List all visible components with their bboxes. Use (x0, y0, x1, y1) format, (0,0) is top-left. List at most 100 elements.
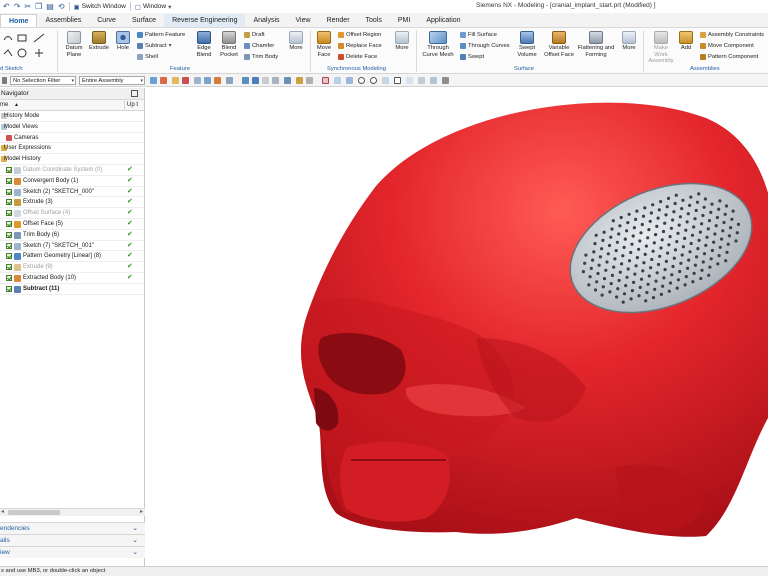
switch-window-button[interactable]: ▣ Switch Window (74, 3, 126, 11)
selection-filter-dropdown[interactable]: No Selection Filter ▾ (10, 76, 76, 85)
feature-more-button[interactable]: More (286, 31, 306, 52)
assembly-constraints-button[interactable]: Assembly Constraints (700, 31, 764, 39)
horizontal-scrollbar[interactable]: ◂ ▸ (0, 508, 145, 516)
tree-group-history-mode[interactable]: History Mode (0, 111, 144, 122)
feature-row-extrude-3[interactable]: Extrude (3) ✔ (0, 197, 144, 209)
variable-offset-face-button[interactable]: Variable Offset Face (542, 31, 576, 58)
profile-icon[interactable] (3, 49, 13, 57)
surface-more-button[interactable]: More (619, 31, 639, 52)
visibility-checkbox[interactable] (6, 199, 12, 206)
feature-row-sketch-7[interactable]: Sketch (7) "SKETCH_001" ✔ (0, 241, 144, 252)
arc-icon[interactable] (3, 36, 13, 41)
wireframe-icon[interactable] (262, 77, 269, 84)
feature-row-datum-csys[interactable]: Datum Coordinate System (0) ✔ (0, 165, 144, 176)
swept-button[interactable]: Swept (460, 53, 484, 61)
scrollbar-thumb[interactable] (8, 510, 60, 515)
feature-row-trim-body[interactable]: Trim Body (6) ✔ (0, 230, 144, 241)
fit-icon[interactable] (194, 77, 201, 84)
preview-panel-header[interactable]: iew ⌄ (0, 546, 145, 558)
feature-row-offset-face[interactable]: Offset Face (5) ✔ (0, 219, 144, 230)
visibility-checkbox[interactable] (6, 253, 12, 260)
scroll-right-icon[interactable]: ▸ (140, 508, 143, 515)
skull-model[interactable] (146, 88, 768, 566)
clear-filter-icon[interactable] (182, 77, 189, 84)
paste-icon[interactable]: ▤ (46, 2, 54, 11)
visibility-checkbox[interactable] (6, 285, 12, 292)
move-component-button[interactable]: Move Component (700, 42, 754, 50)
tab-analysis[interactable]: Analysis (245, 14, 287, 27)
tab-pmi[interactable]: PMI (390, 14, 418, 27)
hole-button[interactable]: Hole (112, 31, 134, 52)
visibility-checkbox[interactable] (6, 210, 12, 217)
visibility-checkbox[interactable] (6, 264, 12, 271)
copy-icon[interactable]: ❐ (35, 2, 42, 11)
add-component-button[interactable]: Add (677, 31, 695, 52)
snap-point-icon[interactable] (394, 77, 401, 84)
feature-row-convergent-body[interactable]: Convergent Body (1) ✔ (0, 176, 144, 187)
window-menu-button[interactable]: ▢ Window ▾ (135, 3, 172, 11)
select-all-icon[interactable] (150, 77, 157, 84)
swept-volume-button[interactable]: Swept Volume (513, 31, 541, 58)
shaded-icon[interactable] (252, 77, 259, 84)
deselect-icon[interactable] (160, 77, 167, 84)
visibility-checkbox[interactable] (6, 231, 12, 238)
visibility-checkbox[interactable] (6, 177, 12, 184)
draft-button[interactable]: Draft (244, 31, 265, 39)
tab-surface[interactable]: Surface (124, 14, 164, 27)
cut-icon[interactable]: ✂ (24, 2, 31, 11)
make-work-assembly-button[interactable]: Make Work Assembly (647, 31, 675, 65)
more-tools-icon[interactable] (442, 77, 449, 84)
column-uptodate-header[interactable]: Up t (124, 100, 144, 111)
tab-curve[interactable]: Curve (89, 14, 124, 27)
blend-pocket-button[interactable]: Blend Pocket (217, 31, 241, 58)
redo-icon[interactable]: ↷ (14, 2, 21, 11)
sync-more-button[interactable]: More (392, 31, 412, 52)
tab-reverse-engineering[interactable]: Reverse Engineering (164, 14, 246, 27)
zoom-icon[interactable] (204, 77, 211, 84)
layer-icon[interactable] (296, 77, 303, 84)
snap-endpoint-icon[interactable] (322, 77, 329, 84)
filter-icon[interactable] (172, 77, 179, 84)
pattern-component-button[interactable]: Pattern Component (700, 53, 758, 61)
visibility-checkbox[interactable] (6, 220, 12, 227)
point-icon[interactable] (35, 49, 43, 57)
feature-row-subtract[interactable]: Subtract (11) (0, 284, 144, 295)
feature-row-offset-surface[interactable]: Offset Surface (4) ✔ (0, 208, 144, 219)
orient-view-icon[interactable] (284, 77, 291, 84)
tab-home[interactable]: Home (0, 14, 38, 27)
details-panel-header[interactable]: ails ⌄ (0, 534, 145, 546)
move-face-button[interactable]: Move Face (313, 31, 335, 58)
snap-curve-icon[interactable] (406, 77, 413, 84)
graphics-window[interactable] (146, 88, 768, 566)
shell-button[interactable]: Shell (137, 53, 158, 61)
flattening-forming-button[interactable]: Flattening and Forming (577, 31, 615, 58)
visibility-checkbox[interactable] (6, 166, 12, 173)
undo-icon[interactable]: ↶ (3, 2, 10, 11)
through-curve-mesh-button[interactable]: Through Curve Mesh (420, 31, 456, 58)
tree-group-user-expressions[interactable]: User Expressions (0, 143, 144, 155)
selection-scope-dropdown[interactable]: Entire Assembly ▾ (79, 76, 145, 85)
feature-row-pattern-geometry[interactable]: Pattern Geometry [Linear] (8) ✔ (0, 251, 144, 263)
trim-body-button[interactable]: Trim Body (244, 53, 278, 61)
dependencies-panel-header[interactable]: endencies ⌄ (0, 522, 145, 534)
show-hide-icon[interactable] (306, 77, 313, 84)
replace-face-button[interactable]: Replace Face (338, 42, 382, 50)
column-name-header[interactable]: me (0, 100, 8, 111)
visibility-checkbox[interactable] (6, 242, 12, 249)
subtract-button[interactable]: Subtract ▾ (137, 42, 172, 50)
tree-group-model-history[interactable]: Model History (0, 154, 144, 165)
chamfer-button[interactable]: Chamfer (244, 42, 274, 50)
snap-midpoint-icon[interactable] (334, 77, 341, 84)
snap-existing-icon[interactable] (430, 77, 437, 84)
snap-quadrant-icon[interactable] (370, 77, 377, 84)
tab-assemblies[interactable]: Assemblies (37, 14, 89, 27)
datum-plane-button[interactable]: Datum Plane (62, 31, 86, 58)
circle-icon[interactable] (17, 48, 27, 58)
snap-intersection-icon[interactable] (382, 77, 389, 84)
snap-center-icon[interactable] (358, 77, 365, 84)
line-icon[interactable] (33, 33, 45, 43)
pan-icon[interactable] (214, 77, 221, 84)
feature-row-extracted-body[interactable]: Extracted Body (10) ✔ (0, 273, 144, 284)
edge-blend-button[interactable]: Edge Blend (192, 31, 216, 58)
tab-render[interactable]: Render (319, 14, 358, 27)
